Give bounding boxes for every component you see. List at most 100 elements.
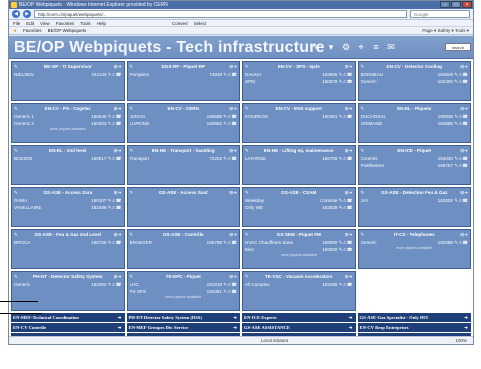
settings-icon[interactable]: ⚙ [341,42,351,52]
chat-icon[interactable]: ✉ [386,42,396,52]
expand-icon[interactable]: ⊞➜ [345,188,353,197]
row-action-icons[interactable]: ✎⚠☎ [107,204,122,211]
search-input[interactable]: Google [410,10,470,18]
row-action-icons[interactable]: ✎⚠☎ [453,113,468,120]
contact-link[interactable]: PH-DT-Detector Safety System (DSS) ➜ [126,313,240,322]
contact-link[interactable]: EN-CV Contrôle ➜ [11,323,125,332]
piquet-name[interactable]: Generic [361,78,430,85]
piquet-name[interactable]: Elec [245,246,314,253]
row-action-icons[interactable]: ✎⚠☎ [107,281,122,288]
row-action-icons[interactable]: ✎⚠☎ [453,120,468,127]
piquet-name[interactable]: VAVELLAIRE [14,204,83,211]
header-search-input[interactable]: search [445,43,471,51]
row-action-icons[interactable]: ✎⚠☎ [453,239,468,246]
row-action-icons[interactable]: ✎⚠☎ [107,120,122,127]
expand-icon[interactable]: ⊞➜ [114,272,122,281]
row-action-icons[interactable]: ✎⚠☎ [222,239,237,246]
chart-icon[interactable]: ▾ [326,42,336,52]
row-action-icons[interactable]: ✎⚠☎ [453,155,468,162]
back-icon[interactable]: ◀ [12,10,20,18]
row-action-icons[interactable]: ✎⚠☎ [338,204,353,211]
row-action-icons[interactable]: ✎⚠☎ [222,288,237,295]
piquet-name[interactable]: Generic 2 [14,120,83,127]
edit-icon[interactable]: ✎ [245,146,249,155]
more-piquets-link[interactable]: more piquets available [128,295,240,300]
contact-link[interactable]: GS-ASE ASSISTANCE ➜ [242,323,356,332]
piquet-name[interactable]: All Complex [245,281,314,288]
piquet-name[interactable]: RAMA [14,197,83,204]
row-action-icons[interactable]: ✎⚠☎ [453,197,468,204]
favorites-button[interactable]: Favorites [23,27,42,34]
edit-icon[interactable]: ✎ [130,146,134,155]
row-action-icons[interactable]: ✎⚠☎ [107,197,122,204]
row-action-icons[interactable]: ✎⚠☎ [338,246,353,253]
edit-icon[interactable]: ✎ [361,62,365,71]
edit-icon[interactable]: ✎ [14,230,18,239]
tab-webpiquets[interactable]: BE/OP Webpiquets [48,27,87,34]
row-action-icons[interactable]: ✎⚠☎ [338,71,353,78]
edit-icon[interactable]: ✎ [14,188,18,197]
menu-item[interactable]: Help [97,20,106,26]
row-action-icons[interactable]: ✎⚠☎ [107,239,122,246]
piquet-name[interactable]: NIELSEN [14,71,83,78]
piquet-name[interactable]: BROCA [14,239,83,246]
edit-icon[interactable]: ✎ [245,62,249,71]
edit-icon[interactable]: ✎ [361,104,365,113]
row-action-icons[interactable]: ✎⚠☎ [222,113,237,120]
expand-icon[interactable]: ⊞➜ [114,104,122,113]
more-piquets-link[interactable]: more piquets available [243,253,355,258]
expand-icon[interactable]: ⊞➜ [229,104,237,113]
edit-icon[interactable]: ✎ [361,146,365,155]
expand-icon[interactable]: ⊞➜ [460,188,468,197]
edit-icon[interactable]: ✎ [14,146,18,155]
piquet-name[interactable]: Controls [361,155,430,162]
expand-icon[interactable]: ⊞➜ [229,230,237,239]
edit-icon[interactable]: ✎ [130,104,134,113]
edit-icon[interactable]: ✎ [130,272,134,281]
edit-icon[interactable]: ✎ [130,188,134,197]
piquet-name[interactable]: DALKIA [245,71,314,78]
expand-icon[interactable]: ⊞➜ [229,62,237,71]
piquet-name[interactable]: BOZZINI [14,155,83,162]
row-action-icons[interactable]: ✎⚠☎ [338,281,353,288]
menu-item[interactable]: View [40,20,50,26]
piquet-name[interactable]: Only WE [245,204,314,211]
piquet-name[interactable]: Generic 1 [14,113,83,120]
piquet-name[interactable]: JUDAN [130,113,199,120]
expand-icon[interactable]: ⊞➜ [460,230,468,239]
command-bar[interactable]: Page ▾ Safety ▾ Tools ▾ [422,27,473,34]
row-action-icons[interactable]: ✎⚠☎ [453,78,468,85]
edit-icon[interactable]: ✎ [130,230,134,239]
piquet-name[interactable]: BRAEGER [130,239,199,246]
row-action-icons[interactable]: ✎⚠☎ [222,71,237,78]
edit-icon[interactable]: ✎ [14,104,18,113]
edit-icon[interactable]: ✎ [130,62,134,71]
edit-icon[interactable]: ✎ [245,230,249,239]
expand-icon[interactable]: ⊞➜ [114,188,122,197]
more-piquets-link[interactable]: more piquets available [12,127,124,132]
expand-icon[interactable]: ⊞➜ [114,146,122,155]
row-action-icons[interactable]: ✎⚠☎ [338,113,353,120]
piquet-name[interactable]: DUCHOSAL [361,113,430,120]
piquet-name[interactable]: Postfentern [361,162,430,169]
expand-icon[interactable]: ⊞➜ [114,230,122,239]
piquet-name[interactable]: KOURKOS [245,113,314,120]
expand-icon[interactable]: ⊞➜ [229,188,237,197]
menu-item[interactable]: Edit [26,20,34,26]
piquet-name[interactable]: JAY [361,197,430,204]
edit-icon[interactable]: ✎ [245,104,249,113]
expand-icon[interactable]: ⊞➜ [460,104,468,113]
contact-link[interactable]: EN-CV Resp Entreprises ➜ [357,323,471,332]
minimize-button[interactable]: – [440,1,450,8]
expand-icon[interactable]: ⊞➜ [345,104,353,113]
row-action-icons[interactable]: ✎⚠☎ [338,78,353,85]
close-button[interactable]: × [462,1,472,8]
contact-link[interactable]: EN-MEF Groupes Dir. Service ➜ [126,323,240,332]
menu-item[interactable]: Tools [80,20,91,26]
piquet-name[interactable]: HVAC Chauffeurs Sans [245,239,314,246]
edit-icon[interactable]: ✎ [14,62,18,71]
piquet-name[interactable]: Transport [130,155,199,162]
edit-icon[interactable]: ✎ [361,230,365,239]
row-action-icons[interactable]: ✎⚠☎ [338,239,353,246]
piquet-name[interactable]: Generic [14,281,83,288]
